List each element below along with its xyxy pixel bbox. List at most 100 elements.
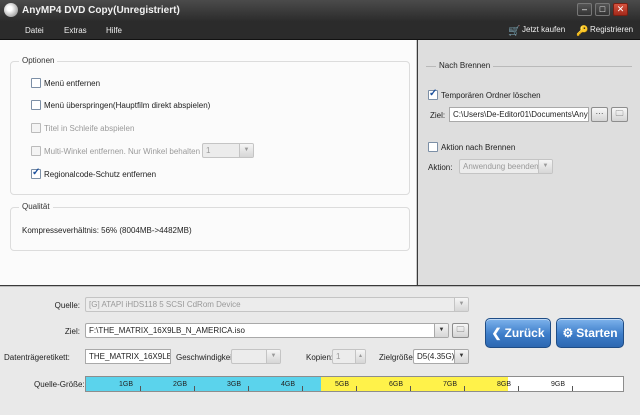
title-bar: AnyMP4 DVD Copy(Unregistriert) – □ ✕ bbox=[0, 0, 640, 21]
multi-angle-label: Multi-Winkel entfernen. Nur Winkel behal… bbox=[44, 147, 201, 156]
register-link[interactable]: 🔑 Registrieren bbox=[576, 25, 633, 37]
quality-title: Qualität bbox=[19, 202, 53, 211]
window-title: AnyMP4 DVD Copy(Unregistriert) bbox=[22, 5, 180, 16]
remove-menu-checkbox[interactable] bbox=[31, 78, 41, 88]
after-burn-title: Nach Brennen bbox=[436, 61, 494, 70]
size-tick-line bbox=[248, 386, 249, 391]
size-tick-line bbox=[518, 386, 519, 391]
target-value: F:\THE_MATRIX_16X9LB_N_AMERICA.iso bbox=[89, 326, 245, 335]
speed-select: ▼ bbox=[231, 349, 281, 364]
source-label: Quelle: bbox=[54, 301, 80, 310]
angle-select: 1 ▼ bbox=[202, 143, 254, 158]
skip-menu-checkbox[interactable] bbox=[31, 100, 41, 110]
back-arrow-icon: ❮ bbox=[491, 326, 502, 340]
back-button[interactable]: ❮ Zurück bbox=[485, 318, 551, 348]
size-tick-line bbox=[140, 386, 141, 391]
menu-bar: Datei Extras Hilfe 🛒 Jetzt kaufen 🔑 Regist… bbox=[0, 21, 640, 40]
size-tick-label: 7GB bbox=[443, 381, 458, 388]
register-label: Registrieren bbox=[590, 25, 634, 34]
menu-hilfe[interactable]: Hilfe bbox=[106, 26, 122, 35]
maximize-button[interactable]: □ bbox=[595, 3, 610, 16]
size-tick-line bbox=[410, 386, 411, 391]
action-label: Aktion: bbox=[428, 163, 453, 172]
delete-temp-checkbox[interactable] bbox=[428, 88, 438, 100]
source-size-label: Quelle-Größe: bbox=[34, 380, 85, 389]
size-tick-label: 9GB bbox=[551, 381, 566, 388]
angle-value: 1 bbox=[206, 146, 211, 155]
start-label: Starten bbox=[576, 326, 618, 340]
burn-icon: ⚙ bbox=[562, 326, 574, 340]
stepper-arrows-icon: ▴ bbox=[355, 350, 365, 363]
option-multi-angle: Multi-Winkel entfernen. Nur Winkel behal… bbox=[31, 146, 200, 156]
back-label: Zurück bbox=[504, 326, 545, 340]
key-icon: 🔑 bbox=[576, 26, 589, 37]
target-size-value: D5(4.35G) bbox=[417, 352, 455, 361]
target-folder-button[interactable]: 🗀 bbox=[452, 323, 469, 338]
size-tick-label: 6GB bbox=[389, 381, 404, 388]
option-remove-menu[interactable]: Menü entfernen bbox=[31, 78, 100, 88]
source-size-bar: 1GB 2GB 3GB 4GB 5GB 6GB 7GB 8GB 9GB bbox=[85, 376, 624, 392]
size-tick-label: 4GB bbox=[281, 381, 296, 388]
size-tick-label: 3GB bbox=[227, 381, 242, 388]
size-tick-label: 2GB bbox=[173, 381, 188, 388]
browse-dots-button[interactable]: ··· bbox=[591, 107, 608, 122]
source-select: [G] ATAPI iHDS118 5 SCSI CdRom Device ▼ bbox=[85, 297, 469, 312]
size-tick-line bbox=[464, 386, 465, 391]
copies-label: Kopien: bbox=[306, 353, 334, 362]
action-select: Anwendung beenden ▼ bbox=[459, 159, 553, 174]
speed-label: Geschwindigkeit: bbox=[176, 353, 237, 362]
loop-title-label: Titel in Schleife abspielen bbox=[44, 124, 135, 133]
loop-title-checkbox bbox=[31, 123, 41, 133]
options-panel: Optionen Menü entfernen Menü überspringe… bbox=[0, 40, 417, 285]
minimize-button[interactable]: – bbox=[577, 3, 592, 16]
options-title: Optionen bbox=[19, 56, 58, 65]
size-tick-line bbox=[194, 386, 195, 391]
source-value: [G] ATAPI iHDS118 5 SCSI CdRom Device bbox=[89, 300, 241, 309]
disc-label-label: Datenträgeretikett: bbox=[4, 353, 70, 362]
action-after-checkbox[interactable] bbox=[428, 142, 438, 152]
size-tick-label: 5GB bbox=[335, 381, 350, 388]
option-delete-temp[interactable]: Temporären Ordner löschen bbox=[428, 88, 541, 100]
target-select[interactable]: F:\THE_MATRIX_16X9LB_N_AMERICA.iso ▼ bbox=[85, 323, 449, 338]
size-tick-line bbox=[356, 386, 357, 391]
cart-icon: 🛒 bbox=[508, 26, 521, 37]
size-tick-line bbox=[302, 386, 303, 391]
chevron-down-icon[interactable]: ▼ bbox=[434, 324, 448, 337]
target-label: Ziel: bbox=[64, 327, 80, 336]
app-logo-icon bbox=[4, 3, 18, 17]
menu-extras[interactable]: Extras bbox=[64, 26, 87, 35]
temp-folder-input[interactable]: C:\Users\De-Editor01\Documents\AnyMP4 bbox=[449, 107, 589, 122]
region-code-label: Regionalcode-Schutz entfernen bbox=[44, 170, 157, 179]
target-size-label: Zielgröße: bbox=[379, 353, 416, 362]
remove-menu-label: Menü entfernen bbox=[44, 79, 101, 88]
option-action-after[interactable]: Aktion nach Brennen bbox=[428, 142, 515, 152]
option-loop-title: Titel in Schleife abspielen bbox=[31, 123, 134, 133]
option-skip-menu[interactable]: Menü überspringen(Hauptfilm direkt abspi… bbox=[31, 100, 210, 110]
folder-icon: 🗀 bbox=[615, 109, 624, 118]
start-button[interactable]: ⚙ Starten bbox=[556, 318, 624, 348]
chevron-down-icon[interactable]: ▼ bbox=[454, 350, 468, 363]
region-code-checkbox[interactable] bbox=[31, 167, 41, 179]
after-burn-panel: Nach Brennen Temporären Ordner löschen Z… bbox=[418, 40, 640, 285]
temp-target-label: Ziel: bbox=[430, 111, 446, 120]
action-after-label: Aktion nach Brennen bbox=[441, 143, 516, 152]
chevron-down-icon: ▼ bbox=[239, 144, 253, 157]
disc-label-input[interactable]: THE_MATRIX_16X9LB_N bbox=[85, 349, 171, 364]
menu-datei[interactable]: Datei bbox=[25, 26, 44, 35]
option-region-code[interactable]: Regionalcode-Schutz entfernen bbox=[31, 167, 157, 179]
open-folder-button[interactable]: 🗀 bbox=[611, 107, 628, 122]
copies-stepper: 1 ▴ bbox=[332, 349, 366, 364]
chevron-down-icon: ▼ bbox=[538, 160, 552, 173]
size-tick-label: 1GB bbox=[119, 381, 134, 388]
multi-angle-checkbox bbox=[31, 146, 41, 156]
skip-menu-label: Menü überspringen(Hauptfilm direkt abspi… bbox=[44, 101, 211, 110]
chevron-down-icon: ▼ bbox=[266, 350, 280, 363]
buy-now-link[interactable]: 🛒 Jetzt kaufen bbox=[508, 25, 565, 37]
folder-icon: 🗀 bbox=[456, 325, 465, 334]
target-size-select[interactable]: D5(4.35G) ▼ bbox=[413, 349, 469, 364]
compression-ratio-text: Kompresseverhältnis: 56% (8004MB->4482MB… bbox=[22, 226, 192, 235]
size-tick-label: 8GB bbox=[497, 381, 512, 388]
close-button[interactable]: ✕ bbox=[613, 3, 628, 16]
chevron-down-icon: ▼ bbox=[454, 298, 468, 311]
action-value: Anwendung beenden bbox=[463, 162, 539, 171]
